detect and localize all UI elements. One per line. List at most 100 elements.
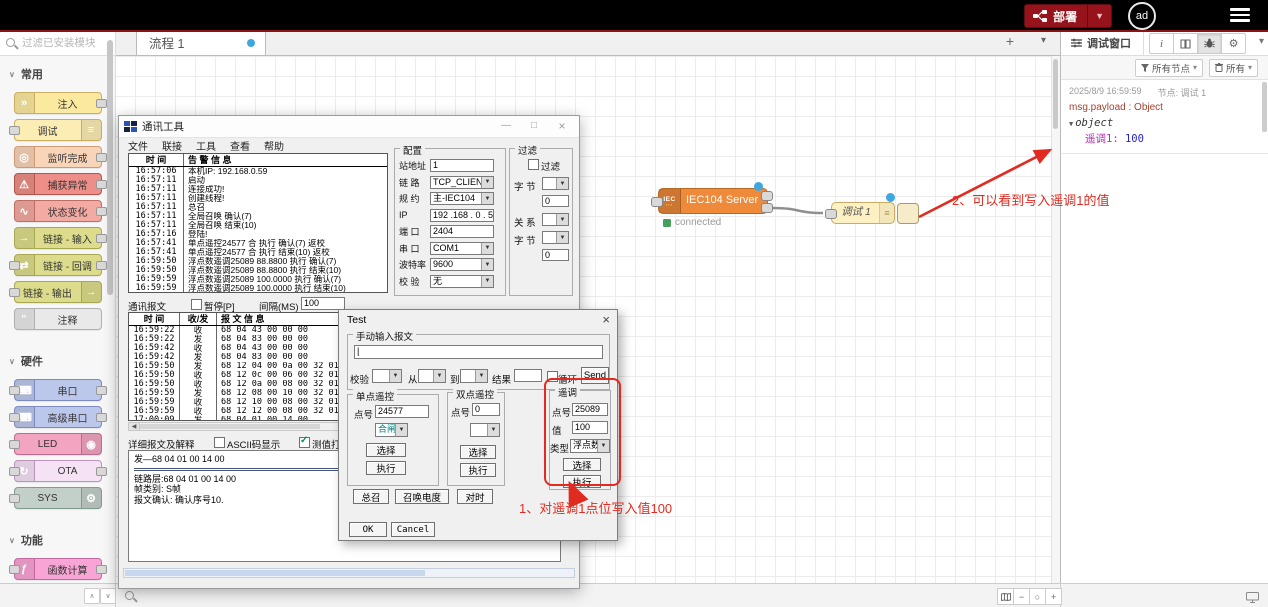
help-docs-button[interactable] [1174, 33, 1198, 54]
palette-node-sys[interactable]: ⚙SYS [14, 487, 102, 509]
info-button[interactable]: i [1149, 33, 1174, 54]
canvas-search-icon[interactable] [125, 591, 134, 600]
alarm-table[interactable]: 时 间 告 警 信 息 16:57:06本机IP: 192.168.0.5916… [128, 153, 388, 293]
iec104-output-port-2[interactable] [761, 203, 773, 213]
zoom-reset-button[interactable]: ○ [1030, 588, 1046, 605]
single-exec-button[interactable]: 执行 [366, 461, 406, 475]
palette-node-serial-adv[interactable]: ⌨高级串口 [14, 406, 102, 428]
maximize-button[interactable]: □ [523, 118, 545, 134]
debug-messages-button[interactable] [1198, 33, 1222, 54]
config-combo[interactable]: COM1▼ [430, 242, 494, 255]
single-select-button[interactable]: 选择 [366, 443, 406, 457]
close-button[interactable]: × [551, 118, 573, 134]
deploy-button[interactable]: 部署 ▼ [1024, 4, 1112, 28]
menu-item-0[interactable]: 文件 [128, 138, 148, 153]
from-combo[interactable]: ▼ [418, 369, 446, 383]
palette-node-complete[interactable]: ◎监听完成 [14, 146, 102, 168]
test-dialog-close-button[interactable]: × [602, 312, 610, 327]
menu-item-3[interactable]: 查看 [230, 138, 250, 153]
cancel-button[interactable]: Cancel [391, 522, 435, 537]
open-dashboard-button[interactable] [1246, 590, 1259, 607]
add-flow-button[interactable]: + [1000, 33, 1020, 52]
zoom-in-button[interactable]: + [1046, 588, 1062, 605]
palette-node-function[interactable]: ƒ函数计算 [14, 558, 102, 580]
palette-node-link-in[interactable]: →链接 - 输入 [14, 227, 102, 249]
single-mode-combo[interactable]: 合闸▼ [375, 423, 408, 437]
double-mode-combo[interactable]: ▼ [470, 423, 500, 437]
pause-checkbox[interactable] [191, 299, 202, 310]
config-combo[interactable]: TCP_CLIENT▼ [430, 176, 494, 189]
palette-node-status[interactable]: ∿状态变化 [14, 200, 102, 222]
menu-item-4[interactable]: 帮助 [264, 138, 284, 153]
debug-scrollbar[interactable] [1262, 82, 1267, 132]
byte2-value-input[interactable]: 0 [542, 249, 569, 261]
flow-tab[interactable]: 流程 1 [136, 30, 266, 55]
palette-search-input[interactable] [20, 36, 110, 50]
navigator-button[interactable] [997, 588, 1014, 605]
palette-node-debug[interactable]: ≡调试 [14, 119, 102, 141]
adjust-exec-button[interactable]: 执行 [563, 475, 601, 488]
palette-node-link-out[interactable]: →链接 - 输出 [14, 281, 102, 303]
manual-message-input[interactable]: | [354, 345, 603, 359]
config-input[interactable]: 2404 [430, 225, 494, 238]
palette-node-led[interactable]: ◉LED [14, 433, 102, 455]
config-input[interactable]: 1 [430, 159, 494, 172]
print-checkbox[interactable] [299, 437, 310, 448]
check-type-combo[interactable]: ▼ [372, 369, 402, 383]
comm-window-hscrollbar[interactable] [123, 568, 575, 578]
deploy-options-caret[interactable]: ▼ [1087, 5, 1111, 27]
flow-list-caret[interactable]: ▾ [1041, 35, 1046, 46]
adjust-value-input[interactable]: 100 [572, 421, 608, 434]
debug-window-tab[interactable]: 调试窗口 [1061, 30, 1144, 55]
flow-node-iec104-server[interactable]: IEC▪▪▪ IEC104 Server [658, 188, 768, 214]
palette-node-ota[interactable]: ↻OTA [14, 460, 102, 482]
single-point-input[interactable]: 24577 [375, 405, 429, 418]
to-combo[interactable]: ▼ [460, 369, 488, 383]
flow-node-debug-1[interactable]: 调试 1 ≡ [831, 202, 895, 224]
user-avatar[interactable]: ad [1128, 2, 1156, 30]
palette-node-serial[interactable]: ⌨串口 [14, 379, 102, 401]
adjust-select-button[interactable]: 选择 [563, 458, 601, 471]
double-exec-button[interactable]: 执行 [460, 463, 496, 477]
palette-node-link-call[interactable]: ⇄链接 - 回调 [14, 254, 102, 276]
palette-section-2[interactable]: ∨功能 [0, 528, 115, 552]
palette-node-inject[interactable]: »注入 [14, 92, 102, 114]
iec104-input-port[interactable] [651, 197, 663, 207]
result-input[interactable] [514, 369, 542, 382]
clear-messages-button[interactable]: 所有▾ [1209, 59, 1258, 77]
byte-combo[interactable]: ▼ [542, 177, 569, 190]
loop-checkbox[interactable] [547, 371, 558, 382]
alarm-row[interactable]: 16:59:59浮点数遥调25089 100.0000 执行 结束(10) [129, 284, 387, 293]
config-input[interactable]: 192 .168 . 0 . 59 [430, 209, 494, 222]
debug-message[interactable]: 2025/8/9 16:59:59 节点: 调试 1 msg.payload :… [1061, 80, 1268, 154]
relation-combo[interactable]: ▼ [542, 213, 569, 226]
collapse-caret-icon[interactable]: ▼ [1069, 120, 1073, 128]
test-bottom-button-2[interactable]: 对时 [457, 489, 493, 504]
double-point-input[interactable]: 0 [472, 403, 500, 416]
canvas-vertical-scrollbar[interactable] [1051, 56, 1060, 583]
palette-collapse-down-button[interactable]: ∨ [100, 588, 116, 604]
menu-item-1[interactable]: 联接 [162, 138, 182, 153]
filter-nodes-button[interactable]: 所有节点▾ [1135, 59, 1203, 77]
byte2-combo[interactable]: ▼ [542, 231, 569, 244]
palette-node-comment[interactable]: “注释 [14, 308, 102, 330]
settings-button[interactable]: ⚙ [1222, 33, 1246, 54]
send-button[interactable]: Send [581, 367, 609, 384]
ok-button[interactable]: OK [349, 522, 387, 537]
minimize-button[interactable]: — [495, 118, 517, 134]
test-bottom-button-1[interactable]: 召唤电度 [395, 489, 449, 504]
menu-item-2[interactable]: 工具 [196, 138, 216, 153]
ascii-checkbox[interactable] [214, 437, 225, 448]
sidebar-options-caret[interactable]: ▾ [1259, 36, 1264, 47]
palette-scrollbar[interactable] [107, 40, 113, 295]
filter-checkbox[interactable] [528, 159, 539, 170]
test-bottom-button-0[interactable]: 总召 [353, 489, 389, 504]
adjust-type-combo[interactable]: 浮点数▼ [570, 439, 610, 453]
config-combo[interactable]: 无▼ [430, 275, 494, 288]
zoom-out-button[interactable]: − [1014, 588, 1030, 605]
main-menu-button[interactable] [1230, 8, 1250, 22]
palette-section-0[interactable]: ∨常用 [0, 62, 115, 86]
config-combo[interactable]: 主-IEC104▼ [430, 192, 494, 205]
debug-input-port[interactable] [825, 209, 837, 219]
palette-collapse-up-button[interactable]: ∧ [84, 588, 100, 604]
